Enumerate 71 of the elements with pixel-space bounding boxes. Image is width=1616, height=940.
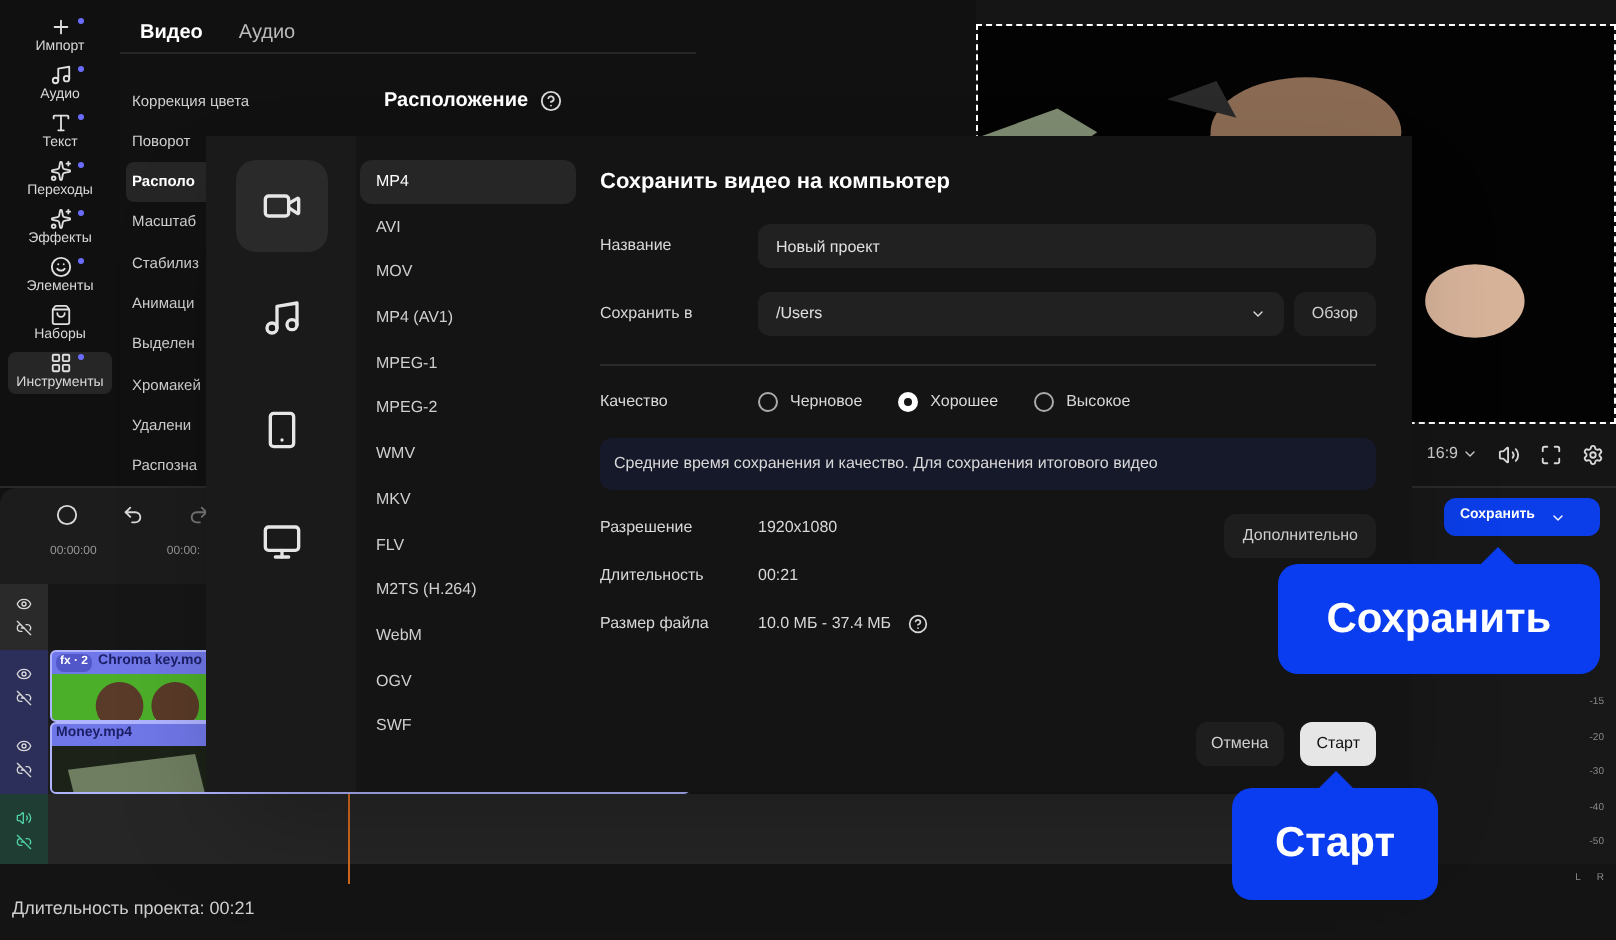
- quality-radio[interactable]: Черновое: [758, 390, 863, 414]
- section-title: Расположение: [384, 87, 529, 116]
- field-label: Название: [600, 234, 674, 258]
- music-note-icon: [49, 64, 71, 86]
- unlink-icon[interactable]: [16, 762, 32, 779]
- info-text: Средние время сохранения и качество. Для сохранения итогового видео: [614, 452, 1158, 476]
- radio-button[interactable]: [1034, 392, 1055, 412]
- callout-text: Старт: [1275, 818, 1395, 871]
- smiley-icon: [49, 256, 71, 278]
- callout-text: Сохранить: [1326, 593, 1552, 646]
- project-duration: Длительность проекта: 00:21: [12, 896, 255, 923]
- sparkle-icon: [49, 160, 71, 182]
- caret-icon: [1462, 446, 1478, 462]
- redo-icon[interactable]: [188, 504, 210, 527]
- text-icon: [49, 112, 71, 134]
- format-item[interactable]: SWF: [360, 704, 576, 749]
- format-item[interactable]: MKV: [360, 477, 576, 522]
- fullscreen-icon[interactable]: [1540, 443, 1562, 465]
- sparkle-icon: [49, 208, 71, 230]
- field-label: Сохранить в: [600, 302, 695, 326]
- quality-radio[interactable]: Высокое: [1034, 390, 1131, 414]
- detail-label: Размер файла: [600, 612, 711, 636]
- unlink-icon[interactable]: [16, 690, 32, 707]
- cancel-button[interactable]: Отмена: [1195, 722, 1285, 766]
- detail-value: 10.0 МБ - 37.4 МБ: [758, 612, 892, 636]
- folder-dropdown[interactable]: /Users: [758, 292, 1284, 336]
- detail-label: Разрешение: [600, 516, 695, 540]
- grid-icon: [49, 352, 71, 374]
- eye-icon[interactable]: [16, 666, 32, 683]
- quality-radio[interactable]: Хорошее: [898, 390, 999, 414]
- more-button[interactable]: Дополнительно: [1224, 514, 1376, 558]
- detail-value: 1920x1080: [758, 516, 838, 540]
- format-item[interactable]: FLV: [360, 523, 576, 567]
- name-field[interactable]: Новый проект: [758, 224, 1376, 268]
- bag-icon: [49, 304, 71, 326]
- eye-icon[interactable]: [16, 596, 32, 613]
- format-item[interactable]: OGV: [360, 659, 576, 704]
- unlink-icon[interactable]: [16, 833, 32, 850]
- detail-value: 00:21: [758, 564, 799, 588]
- format-item[interactable]: MOV: [360, 250, 576, 295]
- format-item[interactable]: M2TS (H.264): [360, 568, 576, 613]
- speaker-icon[interactable]: [16, 809, 32, 826]
- unlink-icon[interactable]: [16, 620, 32, 637]
- monitor-icon: [261, 522, 301, 562]
- format-item[interactable]: WebM: [360, 613, 576, 658]
- settings-icon[interactable]: [1582, 443, 1604, 465]
- format-item[interactable]: MP4: [360, 160, 576, 204]
- format-item[interactable]: AVI: [360, 205, 576, 250]
- plus-icon: [49, 16, 71, 38]
- record-icon[interactable]: [56, 504, 78, 527]
- format-item[interactable]: MP4 (AV1): [360, 296, 576, 341]
- help-icon: [540, 89, 563, 112]
- start-button[interactable]: Старт: [1300, 722, 1376, 766]
- format-item[interactable]: WMV: [360, 432, 576, 477]
- category-button[interactable]: [235, 160, 327, 252]
- music-note-icon: [261, 298, 301, 338]
- aspect-ratio-dropdown[interactable]: 16:9: [1426, 442, 1478, 466]
- dialog-title: Сохранить видео на компьютер: [600, 168, 952, 198]
- eye-icon[interactable]: [16, 738, 32, 755]
- undo-icon[interactable]: [122, 504, 144, 527]
- tab[interactable]: Видео: [140, 17, 203, 48]
- format-item[interactable]: MPEG-1: [360, 341, 576, 386]
- radio-button[interactable]: [898, 392, 919, 412]
- tab[interactable]: Аудио: [238, 17, 296, 48]
- browse-button[interactable]: Обзор: [1293, 292, 1376, 336]
- caret-icon: [1249, 306, 1266, 322]
- speaker-icon[interactable]: [1498, 443, 1520, 465]
- format-item[interactable]: MPEG-2: [360, 386, 576, 431]
- radio-button[interactable]: [758, 392, 778, 412]
- field-label: Качество: [600, 390, 670, 414]
- detail-label: Длительность: [600, 564, 706, 588]
